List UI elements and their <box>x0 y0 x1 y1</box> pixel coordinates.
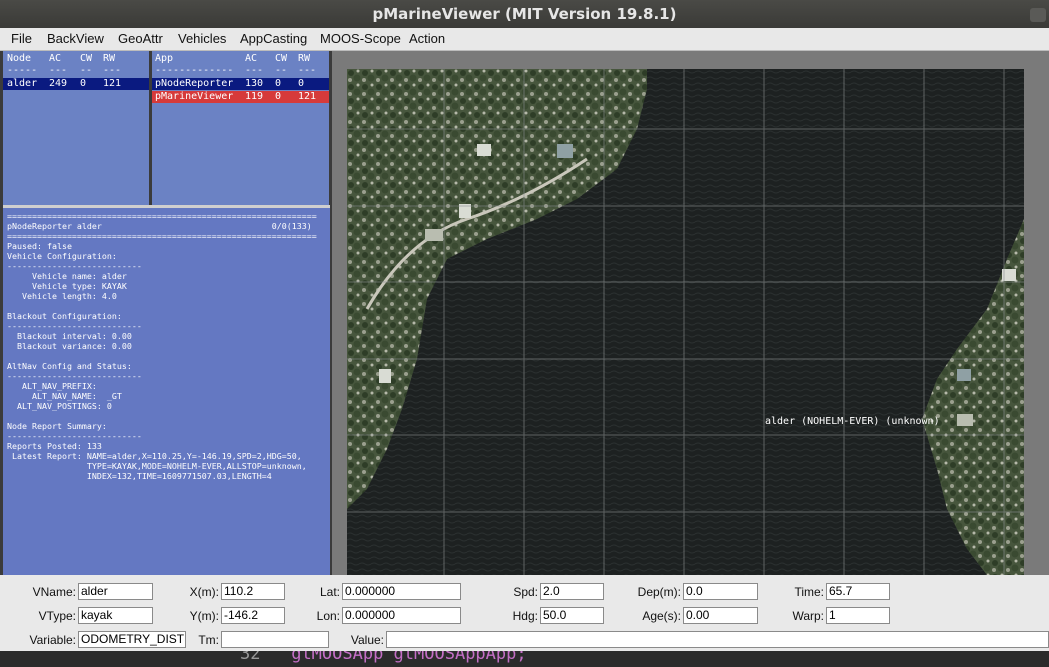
editor-code-line: 32 gtMOOSApp gtMOOSAppApp; <box>240 651 527 664</box>
x-field[interactable]: 110.2 <box>221 583 285 600</box>
x-label: X(m): <box>189 585 219 599</box>
house <box>379 369 391 383</box>
window-title-bar: pMarineViewer (MIT Version 19.8.1) <box>0 0 1049 28</box>
divider-cell: ------------- <box>155 65 234 76</box>
divider-cell: -- <box>80 65 93 76</box>
rw-col-header: RW <box>298 53 311 64</box>
line-number: 32 <box>240 651 261 664</box>
aerial-map[interactable] <box>347 69 1024 575</box>
age-label: Age(s): <box>642 609 681 623</box>
rw-cell: 121 <box>103 78 122 89</box>
map-viewer[interactable] <box>332 51 1049 575</box>
appcast-report-text: ========================================… <box>7 211 317 481</box>
time-label: Time: <box>794 585 824 599</box>
warp-field[interactable]: 1 <box>826 607 890 624</box>
lon-field[interactable]: 0.000000 <box>342 607 461 624</box>
menu-backview[interactable]: BackView <box>47 31 104 46</box>
map-imagery <box>347 69 1024 575</box>
ac-cell: 119 <box>245 91 264 102</box>
age-field[interactable]: 0.00 <box>683 607 758 624</box>
app-name-cell: pMarineViewer <box>155 91 234 102</box>
cw-col-header: CW <box>275 53 288 64</box>
node-col-header: Node <box>7 53 32 64</box>
cw-col-header: CW <box>80 53 93 64</box>
house <box>425 229 443 241</box>
vtype-field[interactable]: kayak <box>78 607 153 624</box>
ac-col-header: AC <box>245 53 258 64</box>
menu-file[interactable]: File <box>11 31 32 46</box>
variable-label: Variable: <box>29 633 76 647</box>
time-field[interactable]: 65.7 <box>826 583 890 600</box>
warp-label: Warp: <box>792 609 824 623</box>
house <box>957 414 973 426</box>
menu-bar: File BackView GeoAttr Vehicles AppCastin… <box>0 28 1049 51</box>
node-row-alder[interactable]: alder 249 0 121 <box>3 78 149 90</box>
hdg-label: Hdg: <box>512 609 538 623</box>
divider-cell: --- <box>245 65 264 76</box>
dep-field[interactable]: 0.0 <box>683 583 758 600</box>
divider-cell: --- <box>103 65 122 76</box>
menu-appcasting[interactable]: AppCasting <box>240 31 307 46</box>
vtype-label: VType: <box>38 609 76 623</box>
vehicle-info-panel: VName: alder VType: kayak X(m): 110.2 Y(… <box>0 575 1049 651</box>
app-col-header: App <box>155 53 174 64</box>
cw-cell: 0 <box>275 78 282 89</box>
vname-label: VName: <box>32 585 76 599</box>
house <box>557 144 573 158</box>
app-list-pane: App AC CW RW ------------- --- -- --- pN… <box>152 51 329 205</box>
value-label: Value: <box>350 633 384 647</box>
rw-cell: 0 <box>298 78 305 89</box>
window-title: pMarineViewer (MIT Version 19.8.1) <box>372 5 677 23</box>
appcast-report-pane: ========================================… <box>3 208 330 575</box>
menu-action[interactable]: Action <box>409 31 445 46</box>
cw-cell: 0 <box>80 78 87 89</box>
house <box>477 144 491 156</box>
app-table-header: App AC CW RW <box>152 53 329 65</box>
app-row-pmarineviewer[interactable]: pMarineViewer 119 0 121 <box>152 91 329 103</box>
code-text: gtMOOSApp gtMOOSAppApp; <box>291 651 527 664</box>
divider-cell: --- <box>49 65 68 76</box>
divider-cell: --- <box>298 65 317 76</box>
menu-vehicles[interactable]: Vehicles <box>178 31 226 46</box>
spd-field[interactable]: 2.0 <box>540 583 604 600</box>
vessel-label[interactable]: alder (NOHELM-EVER) (unknown) <box>765 416 940 427</box>
cw-cell: 0 <box>275 91 282 102</box>
lat-label: Lat: <box>319 585 340 599</box>
tm-field[interactable] <box>221 631 329 648</box>
house <box>957 369 971 381</box>
node-list-pane: Node AC CW RW ----- --- -- --- alder 249… <box>3 51 149 205</box>
rw-cell: 121 <box>298 91 317 102</box>
spd-label: Spd: <box>513 585 538 599</box>
dep-label: Dep(m): <box>637 585 681 599</box>
rw-col-header: RW <box>103 53 116 64</box>
divider-cell: -- <box>275 65 288 76</box>
variable-field[interactable]: ODOMETRY_DIST <box>78 631 186 648</box>
lat-field[interactable]: 0.000000 <box>342 583 461 600</box>
divider-cell: ----- <box>7 65 38 76</box>
ac-col-header: AC <box>49 53 62 64</box>
y-field[interactable]: -146.2 <box>221 607 285 624</box>
node-table-divider: ----- --- -- --- <box>3 65 149 77</box>
ac-cell: 249 <box>49 78 68 89</box>
lon-label: Lon: <box>316 609 340 623</box>
value-field[interactable] <box>386 631 1049 648</box>
menu-moos-scope[interactable]: MOOS-Scope <box>320 31 401 46</box>
app-row-pnodereporter[interactable]: pNodeReporter 130 0 0 <box>152 78 329 90</box>
background-editor-window: 32 gtMOOSApp gtMOOSAppApp; <box>0 651 1049 667</box>
app-name-cell: pNodeReporter <box>155 78 234 89</box>
menu-geoattr[interactable]: GeoAttr <box>118 31 163 46</box>
ac-cell: 130 <box>245 78 264 89</box>
y-label: Y(m): <box>189 609 219 623</box>
vname-field[interactable]: alder <box>78 583 153 600</box>
hdg-field[interactable]: 50.0 <box>540 607 604 624</box>
node-table-header: Node AC CW RW <box>3 53 149 65</box>
window-close-button[interactable] <box>1030 8 1046 22</box>
tm-label: Tm: <box>198 633 219 647</box>
app-table-divider: ------------- --- -- --- <box>152 65 329 77</box>
node-name-cell: alder <box>7 78 38 89</box>
